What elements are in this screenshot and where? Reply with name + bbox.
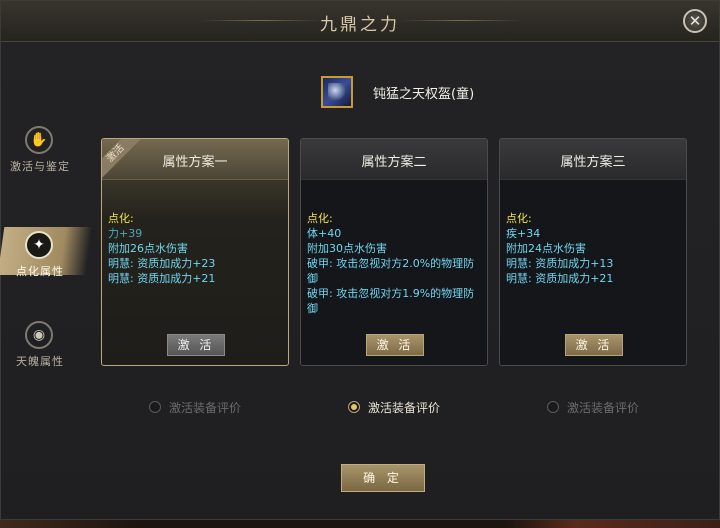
- scheme-card-2[interactable]: 属性方案二 点化: 体+40 附加30点水伤害 破甲: 攻击忽视对方2.0%的物…: [300, 138, 488, 366]
- attr-line: 明慧: 资质加成力+21: [108, 272, 216, 285]
- attr-line: 破甲: 攻击忽视对方1.9%的物理防御: [307, 287, 475, 315]
- scheme-card-3[interactable]: 属性方案三 点化: 疾+34 附加24点水伤害 明慧: 资质加成力+13 明慧:…: [499, 138, 687, 366]
- attr-line: 明慧: 资质加成力+13: [506, 257, 614, 270]
- attr-header: 点化:: [108, 212, 134, 225]
- attr-line: 明慧: 资质加成力+21: [506, 272, 614, 285]
- card-attributes: 点化: 体+40 附加30点水伤害 破甲: 攻击忽视对方2.0%的物理防御 破甲…: [307, 211, 483, 316]
- attr-line: 体+40: [307, 227, 342, 240]
- activate-button[interactable]: 激 活: [167, 334, 225, 356]
- close-icon: ✕: [688, 12, 702, 30]
- card-attributes: 点化: 疾+34 附加24点水伤害 明慧: 资质加成力+13 明慧: 资质加成力…: [506, 211, 682, 286]
- attr-line: 破甲: 攻击忽视对方2.0%的物理防御: [307, 257, 475, 285]
- attr-header: 点化:: [307, 212, 333, 225]
- radio-button[interactable]: [149, 401, 161, 413]
- activate-button[interactable]: 激 活: [366, 334, 424, 356]
- scheme-card-1[interactable]: 属性方案一 激活 点化: 力+39 附加26点水伤害 明慧: 资质加成力+23 …: [101, 138, 289, 366]
- sparkle-icon: ✦: [25, 231, 53, 259]
- card-attributes: 点化: 力+39 附加26点水伤害 明慧: 资质加成力+23 明慧: 资质加成力…: [108, 211, 284, 286]
- sidebar-item-soul[interactable]: ◉ 天魄属性: [1, 321, 79, 381]
- card-title: 属性方案二: [361, 155, 427, 170]
- radio-button-selected[interactable]: [348, 401, 360, 413]
- sidebar-item-enchant[interactable]: ✦ 点化属性: [0, 227, 93, 291]
- radio-label: 激活装备评价: [567, 401, 640, 415]
- attr-line: 疾+34: [506, 227, 541, 240]
- sidebar-item-activate[interactable]: ✋ 激活与鉴定: [1, 126, 79, 186]
- card-header: 属性方案三: [500, 139, 686, 180]
- dialog-window: 九鼎之力 ✕ ✋ 激活与鉴定 ✦ 点化属性 ◉ 天魄属性 钝猛之天权盔(童) 属…: [0, 0, 720, 520]
- card-title: 属性方案一: [162, 155, 228, 170]
- card-title: 属性方案三: [560, 155, 626, 170]
- radio-label: 激活装备评价: [169, 401, 242, 415]
- hand-icon: ✋: [25, 126, 53, 154]
- eye-icon: ◉: [25, 321, 53, 349]
- confirm-button[interactable]: 确 定: [341, 464, 425, 492]
- attr-line: 力+39: [108, 227, 143, 240]
- radio-button[interactable]: [547, 401, 559, 413]
- attr-line: 附加26点水伤害: [108, 242, 188, 255]
- radio-label: 激活装备评价: [368, 401, 441, 415]
- close-button[interactable]: ✕: [683, 9, 707, 33]
- attr-line: 附加24点水伤害: [506, 242, 586, 255]
- sidebar-item-label: 点化属性: [16, 265, 64, 278]
- card-header: 属性方案二: [301, 139, 487, 180]
- sidebar-item-label: 天魄属性: [16, 355, 64, 368]
- attr-line: 明慧: 资质加成力+23: [108, 257, 216, 270]
- title-bar: 九鼎之力 ✕: [1, 1, 719, 42]
- activate-button[interactable]: 激 活: [565, 334, 623, 356]
- window-title: 九鼎之力: [320, 15, 400, 35]
- attr-line: 附加30点水伤害: [307, 242, 387, 255]
- item-name: 钝猛之天权盔(童): [373, 87, 475, 102]
- helmet-icon[interactable]: [321, 76, 353, 108]
- title-ornament-right: [401, 20, 521, 21]
- sidebar-item-label: 激活与鉴定: [10, 160, 70, 173]
- attr-header: 点化:: [506, 212, 532, 225]
